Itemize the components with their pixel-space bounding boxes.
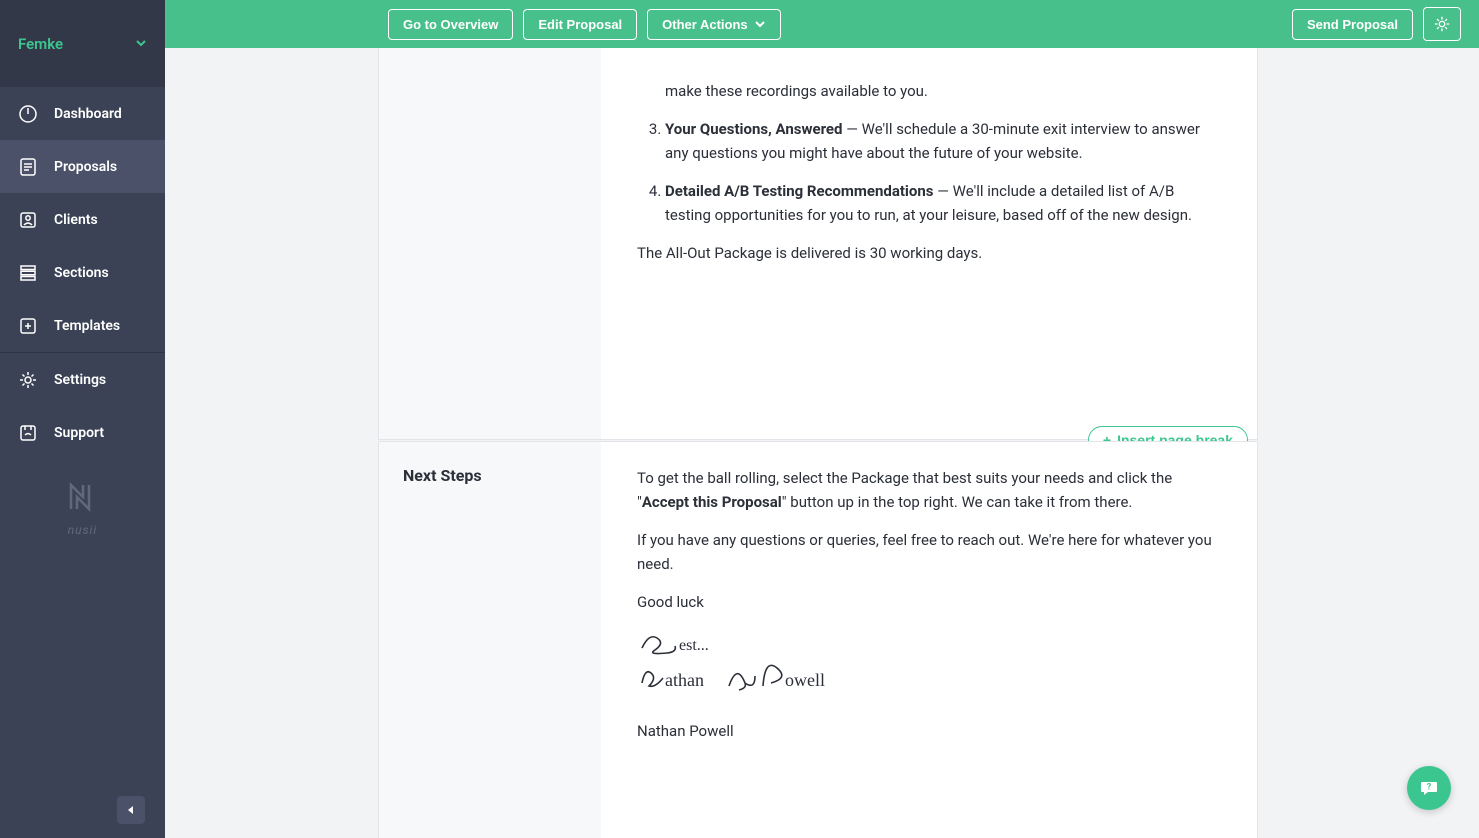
sidebar-item-sections[interactable]: Sections [0,246,165,299]
paragraph: If you have any questions or queries, fe… [637,528,1221,576]
svg-text:est...: est... [679,637,709,654]
proposals-icon [18,157,38,177]
sidebar-item-label: Dashboard [54,106,122,122]
gear-icon [1433,15,1451,33]
chat-icon: ? [1419,778,1439,798]
user-name: Femke [18,35,63,53]
chevron-down-icon [135,35,147,53]
triangle-left-icon [125,804,137,816]
feature-list: make these recordings available to you. … [637,79,1221,227]
sidebar-item-label: Support [54,425,104,441]
dashboard-icon [18,104,38,124]
section-title-area [379,48,601,439]
sidebar-item-proposals[interactable]: Proposals [0,140,165,193]
brand-logo: nusii [0,479,165,537]
document-section: make these recordings available to you. … [378,48,1258,440]
section-body: To get the ball rolling, select the Pack… [601,442,1257,838]
account-switcher[interactable]: Femke [0,0,165,87]
list-item: Detailed A/B Testing Recommendations — W… [665,179,1221,227]
chevron-down-icon [754,18,766,30]
templates-icon [18,316,38,336]
section-body: make these recordings available to you. … [601,48,1257,439]
sidebar-item-templates[interactable]: Templates [0,299,165,352]
list-item: make these recordings available to you. [637,79,1221,103]
topbar: Go to Overview Edit Proposal Other Actio… [165,0,1479,48]
svg-text:athan: athan [665,670,704,690]
help-chat-button[interactable]: ? [1407,766,1451,810]
svg-text:?: ? [1427,783,1432,793]
section-title: Next Steps [403,466,482,485]
svg-text:owell: owell [785,670,825,690]
document-section: Next Steps To get the ball rolling, sele… [378,441,1258,838]
sidebar-item-label: Proposals [54,159,117,175]
sidebar-item-label: Sections [54,265,109,281]
sidebar-item-clients[interactable]: Clients [0,193,165,246]
sidebar-item-dashboard[interactable]: Dashboard [0,87,165,140]
paragraph: Good luck [637,590,1221,614]
sidebar-item-label: Clients [54,212,98,228]
delivery-text: The All-Out Package is delivered is 30 w… [637,241,1221,265]
sidebar: Femke Dashboard Proposals Clients Sectio… [0,0,165,838]
brand-name: nusii [68,523,98,537]
list-item: Your Questions, Answered — We'll schedul… [665,117,1221,165]
sidebar-item-support[interactable]: Support [0,406,165,459]
nusii-logo-icon [65,479,101,515]
gear-icon [18,370,38,390]
sections-icon [18,263,38,283]
paragraph: To get the ball rolling, select the Pack… [637,466,1221,514]
sidebar-item-label: Templates [54,318,120,334]
collapse-sidebar-button[interactable] [117,796,145,824]
support-icon [18,423,38,443]
go-overview-button[interactable]: Go to Overview [388,9,513,40]
send-proposal-button[interactable]: Send Proposal [1292,9,1413,40]
clients-icon [18,210,38,230]
section-title-area: Next Steps [379,442,601,838]
settings-button[interactable] [1423,7,1461,41]
edit-proposal-button[interactable]: Edit Proposal [523,9,637,40]
signer-name: Nathan Powell [637,719,1221,743]
other-actions-dropdown[interactable]: Other Actions [647,9,780,40]
main-content: make these recordings available to you. … [165,48,1479,838]
sidebar-item-label: Settings [54,372,106,388]
signature-image: est... athan owell [637,628,1221,705]
sidebar-item-settings[interactable]: Settings [0,353,165,406]
